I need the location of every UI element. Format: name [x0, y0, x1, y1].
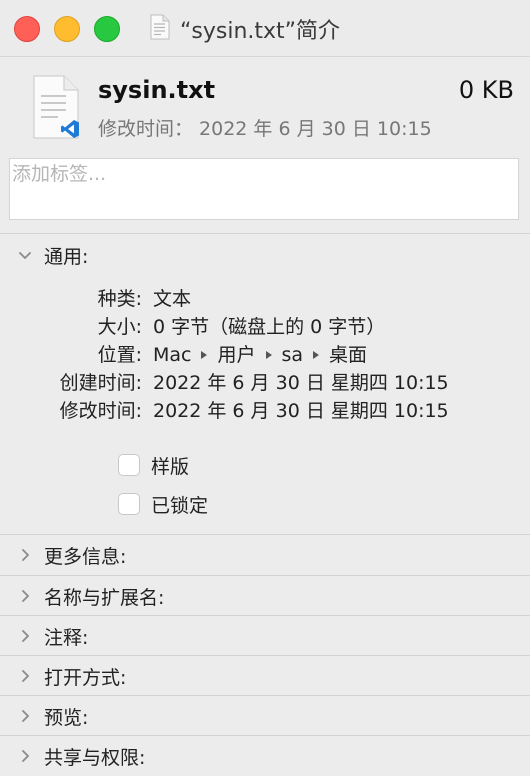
zoom-button[interactable] [94, 16, 120, 42]
path-segment-sa[interactable]: sa [282, 344, 304, 366]
chevron-right-icon[interactable] [18, 587, 32, 605]
stationery-label: 样版 [151, 456, 190, 478]
location-path[interactable]: Mac 用户 sa 桌面 [153, 340, 367, 367]
section-comments[interactable]: 注释: [0, 617, 530, 655]
section-preview-label: 预览: [44, 707, 89, 729]
created-value: 2022 年 6 月 30 日 星期四 10:15 [153, 372, 449, 394]
info-row-created: 创建时间: 2022 年 6 月 30 日 星期四 10:15 [0, 368, 530, 396]
path-segment-desktop[interactable]: 桌面 [329, 344, 367, 366]
divider [0, 233, 530, 234]
size-label: 大小: [97, 316, 142, 338]
file-name: sysin.txt [98, 76, 216, 104]
locked-checkbox[interactable] [118, 493, 140, 515]
section-name-extension[interactable]: 名称与扩展名: [0, 577, 530, 615]
close-button[interactable] [14, 16, 40, 42]
kind-value: 文本 [153, 288, 192, 310]
tags-field[interactable] [9, 158, 519, 220]
text-document-icon [150, 14, 170, 40]
modified-label: 修改时间: [59, 400, 142, 422]
chevron-right-icon[interactable] [18, 627, 32, 645]
section-open-with[interactable]: 打开方式: [0, 657, 530, 695]
stationery-checkbox[interactable] [118, 454, 140, 476]
section-comments-label: 注释: [44, 627, 89, 649]
info-row-kind: 种类: 文本 [0, 284, 530, 312]
chevron-right-icon[interactable] [18, 707, 32, 725]
divider [0, 615, 530, 616]
vscode-text-file-icon [33, 75, 79, 139]
created-label: 创建时间: [59, 372, 142, 394]
chevron-right-icon[interactable] [18, 747, 32, 765]
chevron-right-icon[interactable] [18, 546, 32, 564]
size-value: 0 字节（磁盘上的 0 字节） [153, 316, 386, 338]
section-preview[interactable]: 预览: [0, 697, 530, 735]
divider [0, 735, 530, 736]
section-open-with-label: 打开方式: [44, 667, 127, 689]
location-label: 位置: [97, 344, 142, 366]
title-bar: “sysin.txt”简介 [0, 0, 530, 57]
info-row-location: 位置: Mac 用户 sa 桌面 [0, 340, 530, 368]
divider [0, 534, 530, 535]
path-segment-mac[interactable]: Mac [153, 344, 191, 366]
section-more-info-label: 更多信息: [44, 546, 127, 568]
chevron-right-icon[interactable] [18, 667, 32, 685]
file-modified-date: 修改时间： 2022 年 6 月 30 日 10:15 [98, 118, 432, 140]
chevron-down-icon[interactable] [18, 247, 32, 265]
info-row-modified: 修改时间: 2022 年 6 月 30 日 星期四 10:15 [0, 396, 530, 424]
divider [0, 695, 530, 696]
path-segment-users[interactable]: 用户 [217, 344, 255, 366]
info-row-size: 大小: 0 字节（磁盘上的 0 字节） [0, 312, 530, 340]
tags-input[interactable] [10, 159, 518, 219]
modified-value: 2022 年 6 月 30 日 星期四 10:15 [153, 400, 449, 422]
section-name-extension-label: 名称与扩展名: [44, 587, 165, 609]
section-sharing-permissions[interactable]: 共享与权限: [0, 737, 530, 775]
minimize-button[interactable] [54, 16, 80, 42]
section-more-info[interactable]: 更多信息: [0, 536, 530, 574]
path-separator-icon [201, 350, 208, 359]
kind-label: 种类: [97, 288, 142, 310]
window-title: “sysin.txt”简介 [180, 19, 341, 44]
locked-label: 已锁定 [151, 495, 209, 517]
section-sharing-permissions-label: 共享与权限: [44, 747, 146, 769]
path-separator-icon [313, 350, 320, 359]
section-general-label: 通用: [44, 246, 89, 268]
divider [0, 575, 530, 576]
section-general[interactable]: 通用: [0, 236, 530, 274]
divider [0, 655, 530, 656]
path-separator-icon [265, 350, 272, 359]
file-size: 0 KB [458, 76, 514, 104]
